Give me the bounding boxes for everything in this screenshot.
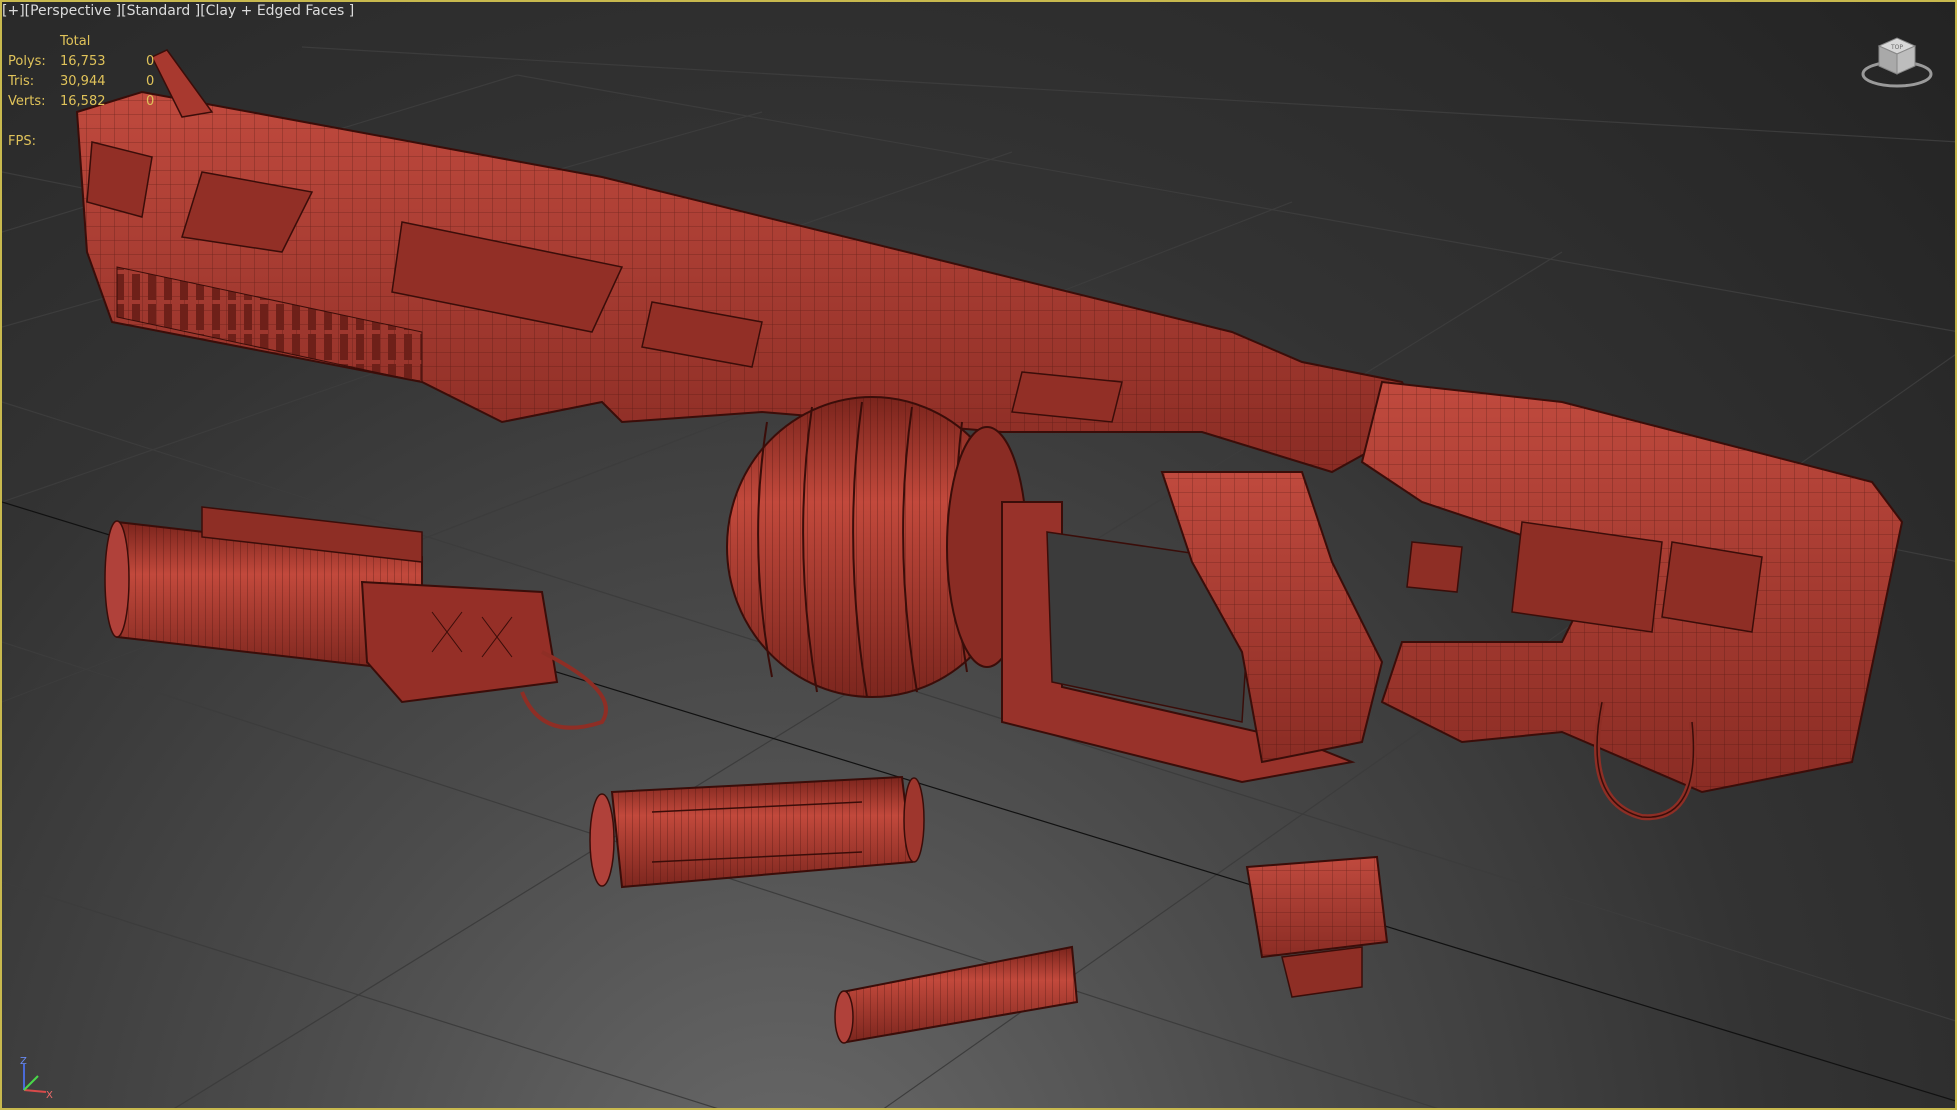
- stats-label: Verts:: [8, 94, 46, 109]
- stats-header: Total: [60, 34, 91, 49]
- stats-row-verts: Verts: 16,582 0: [8, 92, 168, 112]
- grenade-launcher-mesh: [104, 506, 608, 730]
- viewcube-icon[interactable]: TOP: [1857, 24, 1937, 90]
- axis-z-label: Z: [20, 1056, 27, 1067]
- stats-total: 16,582: [60, 94, 106, 109]
- perspective-viewport[interactable]: [+][Perspective ][Standard ][Clay + Edge…: [0, 0, 1957, 1110]
- viewcube-face-label: TOP: [1890, 44, 1903, 51]
- stats-label: Polys:: [8, 54, 46, 69]
- small-tube-mesh: [834, 945, 1079, 1044]
- stats-total: 16,753: [60, 54, 106, 69]
- optic-sight-mesh: [1245, 855, 1389, 998]
- stats-row-tris: Tris: 30,944 0: [8, 72, 168, 92]
- stats-row-fps: FPS:: [8, 132, 168, 152]
- viewport-shading-menu[interactable]: [Standard ]: [121, 3, 200, 19]
- stats-selected: 0: [146, 94, 155, 109]
- viewport-general-menu[interactable]: [+]: [2, 3, 25, 19]
- stats-total: 30,944: [60, 74, 106, 89]
- scene-canvas[interactable]: [2, 2, 1957, 1110]
- axis-x-label: X: [46, 1090, 53, 1100]
- axis-tripod-icon: Z X: [20, 1056, 53, 1100]
- viewport-label-menu[interactable]: [+][Perspective ][Standard ][Clay + Edge…: [2, 3, 354, 19]
- viewport-display-menu[interactable]: [Clay + Edged Faces ]: [200, 3, 354, 19]
- stats-selected: 0: [146, 54, 155, 69]
- viewport-pov-menu[interactable]: [Perspective ]: [25, 3, 121, 19]
- barrel-cylinder-mesh: [589, 775, 925, 889]
- rifle-body-mesh: [75, 49, 1904, 821]
- stats-label: Tris:: [8, 74, 35, 89]
- stats-selected: 0: [146, 74, 155, 89]
- stats-row-polys: Polys: 16,753 0: [8, 52, 168, 72]
- fps-label: FPS:: [8, 134, 36, 149]
